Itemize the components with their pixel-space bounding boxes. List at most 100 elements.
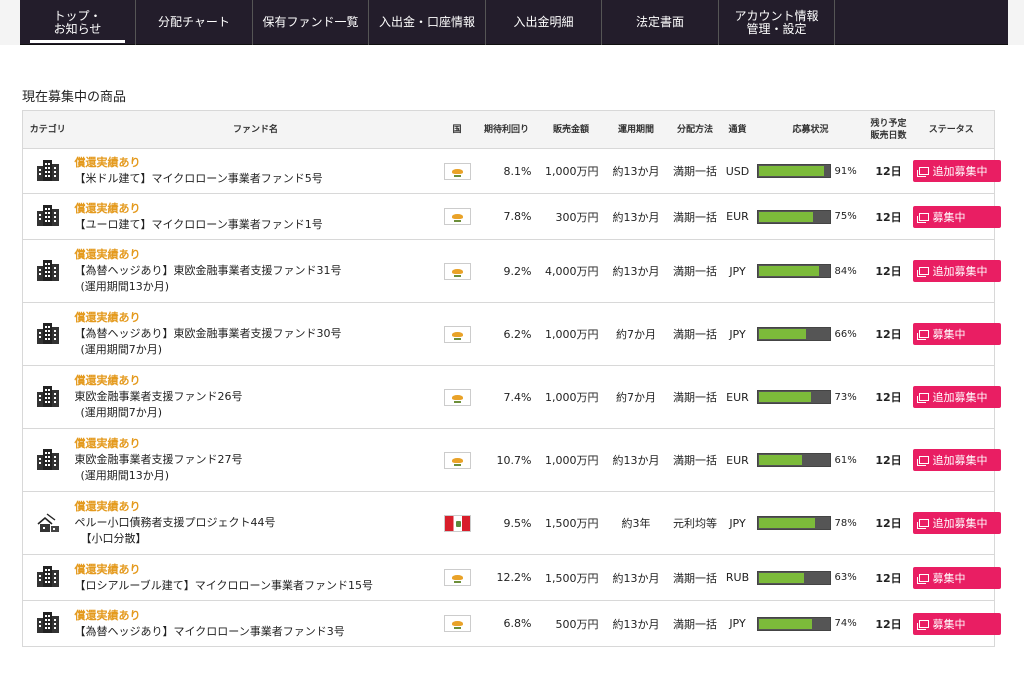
nav-item-3[interactable]: 入出金・口座情報 xyxy=(369,0,486,45)
remaining-days-cell: 12日 xyxy=(868,193,909,240)
currency-cell: EUR xyxy=(722,428,753,492)
nav-item-5[interactable]: 法定書面 xyxy=(602,0,719,45)
redemption-tag: 償還実績あり xyxy=(74,201,141,215)
remaining-days-cell: 12日 xyxy=(868,239,909,303)
fund-name-cell[interactable]: 償還実績あり 【米ドル建て】マイクロローン事業者ファンド5号 xyxy=(72,148,439,194)
fund-name-link[interactable]: 【為替ヘッジあり】東欧金融事業者支援ファンド30号 xyxy=(75,326,439,342)
progress-percent: 84% xyxy=(834,265,857,277)
fund-name-link[interactable]: 【米ドル建て】マイクロローン事業者ファンド5号 xyxy=(75,171,439,187)
house-icon xyxy=(35,510,61,534)
fund-name-cell[interactable]: 償還実績あり 【為替ヘッジあり】東欧金融事業者支援ファンド31号 (運用期間13か月… xyxy=(72,239,439,303)
table-row[interactable]: 償還実績あり 【為替ヘッジあり】東欧金融事業者支援ファンド31号 (運用期間13か月… xyxy=(22,239,1001,303)
status-button[interactable]: 追加募集中 xyxy=(912,386,1001,408)
fund-name-cell[interactable]: 償還実績あり 東欧金融事業者支援ファンド26号 (運用期間7か月) xyxy=(72,365,439,429)
progress-fill xyxy=(758,518,815,528)
header-category: カテゴリ xyxy=(22,110,73,149)
fund-name-cell[interactable]: 償還実績あり【ユーロ建て】マイクロローン事業者ファンド1号 xyxy=(72,193,439,240)
fund-name-cell[interactable]: 償還実績あり【為替ヘッジあり】東欧金融事業者支援ファンド30号 (運用期間7か月) xyxy=(72,302,439,366)
header-fund-name: ファンド名 xyxy=(72,110,439,149)
status-button[interactable]: 追加募集中 xyxy=(912,449,1001,471)
amount-cell: 1,500万円 xyxy=(537,491,605,555)
fund-name-cell[interactable]: 償還実績あり ペルー小口債務者支援プロジェクト44号 【小口分散】 xyxy=(72,491,439,555)
building-icon xyxy=(35,321,61,345)
fund-name-link[interactable]: 東欧金融事業者支援ファンド26号 xyxy=(75,389,439,405)
table-row[interactable]: 償還実績あり 【米ドル建て】マイクロローン事業者ファンド5号 8.1% 1,000万円… xyxy=(22,148,1001,194)
status-label: 追加募集中 xyxy=(932,391,988,404)
fund-name-link[interactable]: 【ユーロ建て】マイクロローン事業者ファンド1号 xyxy=(75,217,439,233)
status-button[interactable]: 募集中 xyxy=(912,205,1001,228)
application-cell: 91% xyxy=(752,148,869,194)
status-button[interactable]: 募集中 xyxy=(912,323,1001,345)
status-button[interactable]: 追加募集中 xyxy=(912,260,1001,282)
fund-name-link[interactable]: 【為替ヘッジあり】東欧金融事業者支援ファンド31号 xyxy=(75,263,439,279)
fund-name-cell[interactable]: 償還実績あり【為替ヘッジあり】マイクロローン事業者ファンド3号 xyxy=(73,601,439,647)
nav-item-6[interactable]: アカウント情報 管理・設定 xyxy=(719,0,835,45)
building-icon xyxy=(35,610,61,634)
redemption-tag: 償還実績あり xyxy=(74,248,141,261)
window-icon xyxy=(916,573,929,584)
status-button[interactable]: 募集中 xyxy=(912,612,1001,635)
section-title: 現在募集中の商品 xyxy=(22,90,127,105)
status-label: 追加募集中 xyxy=(932,265,988,278)
building-icon xyxy=(35,447,61,471)
status-button[interactable]: 追加募集中 xyxy=(912,160,1001,182)
application-cell: 74% xyxy=(753,601,869,647)
country-cell xyxy=(438,428,476,492)
cyprus-flag-icon xyxy=(443,615,471,632)
country-cell xyxy=(439,601,476,647)
redemption-tag: 償還実績あり xyxy=(74,500,141,513)
header-distribution: 分配方法 xyxy=(667,110,723,149)
fund-name-link[interactable]: ペルー小口債務者支援プロジェクト44号 xyxy=(75,515,439,531)
fund-name-cell[interactable]: 償還実績あり【ロシアルーブル建て】マイクロローン事業者ファンド15号 xyxy=(72,554,439,601)
progress-bar xyxy=(756,327,831,341)
nav-item-1[interactable]: 分配チャート xyxy=(136,0,253,45)
fund-name-link[interactable]: 【ロシアルーブル建て】マイクロローン事業者ファンド15号 xyxy=(75,578,439,594)
remaining-days-cell: 12日 xyxy=(868,491,909,555)
table-row[interactable]: 償還実績あり 東欧金融事業者支援ファンド26号 (運用期間7か月) 7.4% 1,000… xyxy=(22,365,1001,429)
table-row[interactable]: 償還実績あり 東欧金融事業者支援ファンド27号 (運用期間13か月) 10.7% 1,0… xyxy=(22,428,1001,492)
remaining-days-cell: 12日 xyxy=(868,148,909,194)
progress-percent: 75% xyxy=(834,211,857,222)
currency-cell: JPY xyxy=(722,491,753,555)
table-row[interactable]: 償還実績あり【為替ヘッジあり】東欧金融事業者支援ファンド30号 (運用期間7か月)… xyxy=(22,302,1001,366)
period-cell: 約7か月 xyxy=(604,365,668,429)
redemption-tag: 償還実績あり xyxy=(74,311,141,324)
nav-item-4[interactable]: 入出金明細 xyxy=(486,0,602,45)
country-cell xyxy=(438,302,476,366)
window-icon xyxy=(916,267,929,277)
redemption-tag: 償還実績あり xyxy=(74,562,141,576)
table-row[interactable]: 償還実績あり ペルー小口債務者支援プロジェクト44号 【小口分散】 9.5% 1,500… xyxy=(22,491,1001,555)
peru-flag-icon xyxy=(443,514,471,532)
category-cell xyxy=(22,239,73,303)
status-button[interactable]: 募集中 xyxy=(912,566,1001,589)
progress-fill xyxy=(758,392,812,402)
table-row[interactable]: 償還実績あり 【為替ヘッジあり】マイクロローン事業者ファンド3号 6.8% 500万円… xyxy=(23,601,1001,647)
progress-percent: 74% xyxy=(834,618,857,629)
cyprus-flag-icon xyxy=(443,162,471,180)
status-cell: 募集中 xyxy=(908,302,1001,366)
status-button[interactable]: 追加募集中 xyxy=(912,512,1001,534)
distribution-cell: 満期一括 xyxy=(667,193,723,240)
fund-name-cell[interactable]: 償還実績あり 東欧金融事業者支援ファンド27号 (運用期間13か月) xyxy=(72,428,439,492)
currency-cell: EUR xyxy=(722,365,753,429)
nav-item-0[interactable]: トップ・ お知らせ xyxy=(20,0,136,45)
status-label: 追加募集中 xyxy=(932,517,988,530)
status-label: 募集中 xyxy=(932,328,966,341)
distribution-cell: 満期一括 xyxy=(673,617,717,631)
nav-item-2[interactable]: 保有ファンド一覧 xyxy=(253,0,369,45)
redemption-tag: 償還実績あり xyxy=(74,608,141,622)
table-row[interactable]: 償還実績あり 【ユーロ建て】マイクロローン事業者ファンド1号 7.8% 300万円 約1… xyxy=(22,193,1001,240)
fund-subtitle: (運用期間7か月) xyxy=(80,343,163,356)
window-icon xyxy=(916,619,929,630)
header-period: 運用期間 xyxy=(604,110,668,149)
fund-name-link[interactable]: 東欧金融事業者支援ファンド27号 xyxy=(75,452,439,468)
table-row[interactable]: 償還実績あり 【ロシアルーブル建て】マイクロローン事業者ファンド15号 12.2% 1… xyxy=(22,554,1001,601)
progress-fill xyxy=(758,211,813,222)
fund-name-link[interactable]: 【為替ヘッジあり】マイクロローン事業者ファンド3号 xyxy=(75,624,439,640)
period-cell: 約13か月 xyxy=(604,428,668,492)
status-cell: 追加募集中 xyxy=(908,365,1001,429)
progress-percent: 73% xyxy=(834,391,857,403)
distribution-cell: 満期一括 xyxy=(667,365,723,429)
currency-cell: RUB xyxy=(722,554,753,601)
header-yield: 期待利回り xyxy=(475,110,538,149)
